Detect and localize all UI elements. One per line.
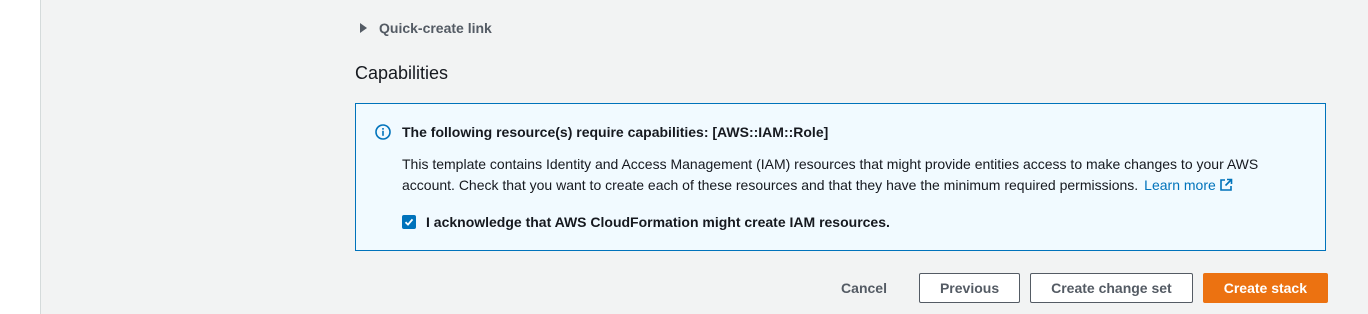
quick-create-link-label: Quick-create link — [379, 20, 492, 36]
caret-right-icon — [360, 23, 367, 33]
alert-title: The following resource(s) require capabi… — [402, 124, 829, 140]
acknowledge-label[interactable]: I acknowledge that AWS CloudFormation mi… — [426, 214, 890, 230]
checkmark-icon — [404, 218, 414, 226]
left-navigation-panel — [0, 0, 41, 314]
wizard-actions: Cancel Previous Create change set Create… — [809, 273, 1328, 303]
acknowledge-row[interactable]: I acknowledge that AWS CloudFormation mi… — [402, 214, 890, 230]
alert-body-text: This template contains Identity and Acce… — [402, 156, 1259, 193]
create-stack-button[interactable]: Create stack — [1202, 273, 1328, 303]
capabilities-heading: Capabilities — [355, 63, 449, 83]
alert-body: This template contains Identity and Acce… — [402, 154, 1307, 196]
learn-more-link[interactable]: Learn more — [1144, 177, 1233, 193]
cancel-button[interactable]: Cancel — [819, 273, 909, 303]
quick-create-link-expander[interactable]: Quick-create link — [360, 18, 492, 38]
external-link-icon — [1219, 178, 1233, 191]
learn-more-label: Learn more — [1144, 177, 1216, 193]
create-change-set-button[interactable]: Create change set — [1030, 273, 1193, 303]
previous-button[interactable]: Previous — [918, 273, 1021, 303]
acknowledge-checkbox[interactable] — [402, 215, 416, 229]
info-icon — [375, 124, 391, 140]
capabilities-alert: The following resource(s) require capabi… — [355, 103, 1326, 251]
